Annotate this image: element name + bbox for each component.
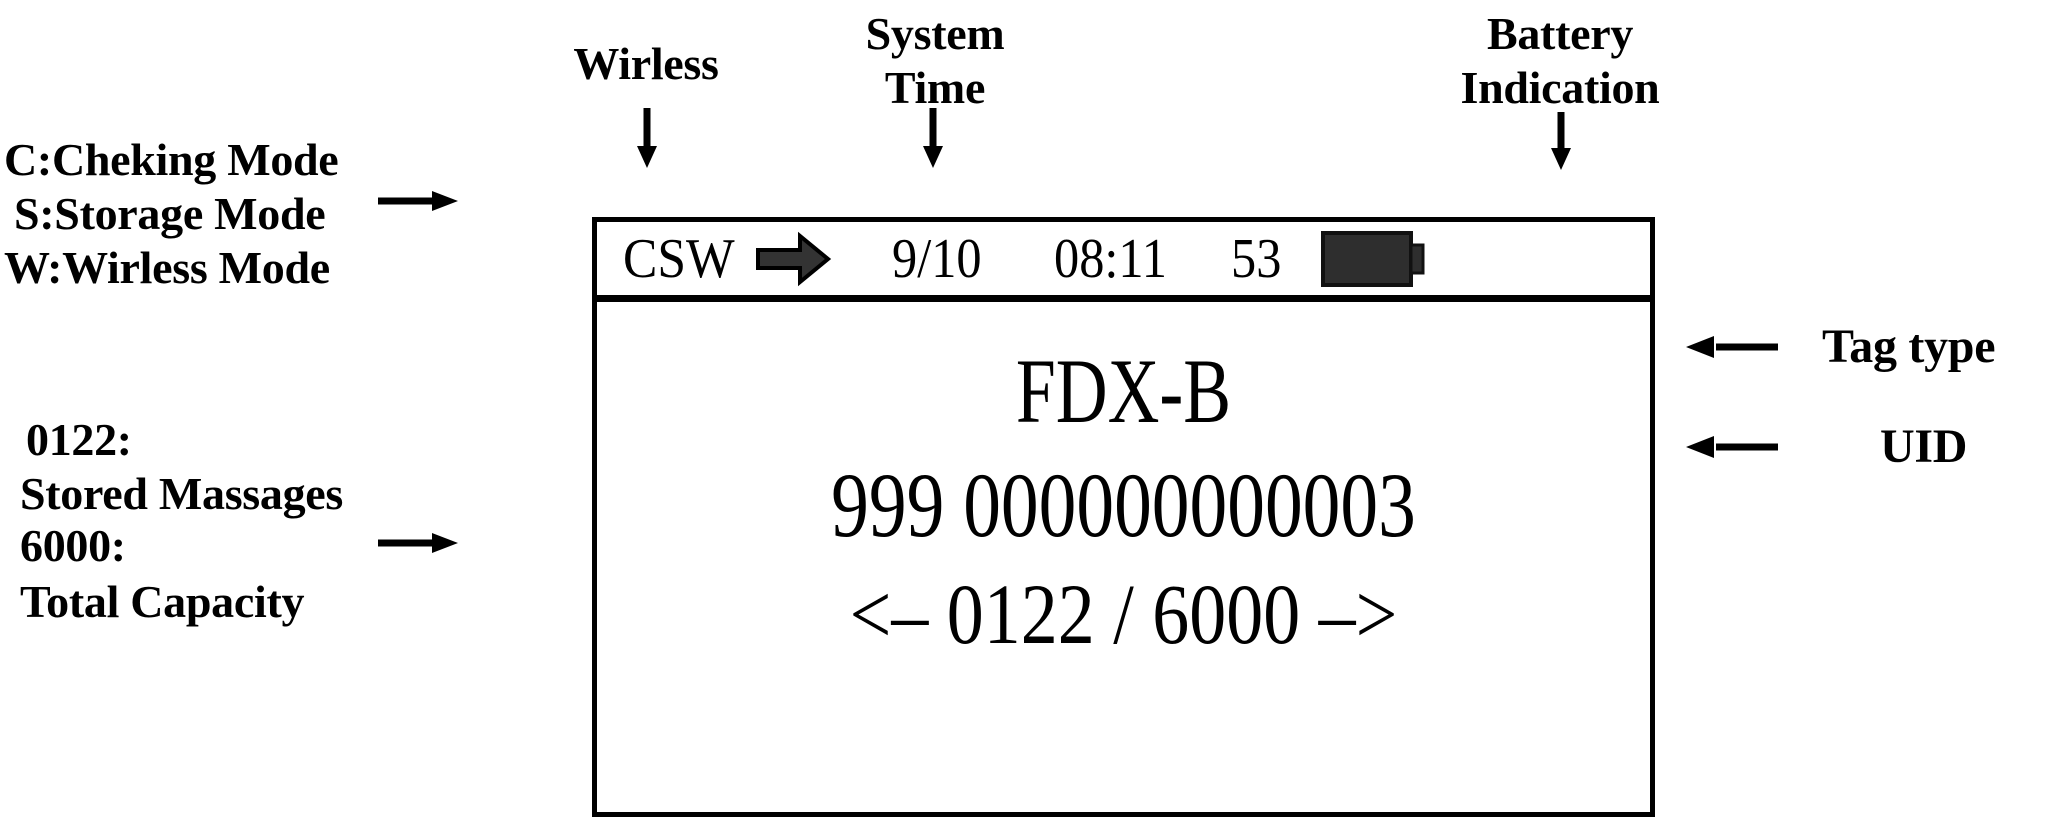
solid-right-arrow-icon [756, 231, 832, 286]
annotation-mode-legend-line3: W:Wirless Mode [4, 242, 330, 293]
annotation-battery-label-line1: Battery [1486, 8, 1634, 59]
status-date: 9/10 [892, 227, 982, 290]
down-arrow-icon-system-time [923, 108, 943, 168]
annotation-total-capacity-line2: Total Capacity [20, 576, 305, 627]
battery-full-icon [1321, 229, 1425, 289]
annotation-mode-legend-line2: S:Storage Mode [14, 188, 326, 239]
annotation-system-time-label-line2: Time [884, 62, 986, 113]
status-mode-indicator: CSW [623, 227, 735, 290]
down-arrow-icon-wireless [637, 108, 657, 168]
lcd-tag-type-value: FDX-B [1015, 340, 1232, 442]
annotation-total-capacity-line1: 6000: [20, 520, 126, 571]
status-battery-percent: 53 [1231, 227, 1282, 290]
device-lcd-screen: CSW 9/10 08:11 53 FDX-B 999 000000000003… [592, 217, 1655, 817]
annotation-tag-type-label: Tag type [1822, 320, 1996, 373]
annotation-uid-label: UID [1880, 420, 1968, 473]
diagram-canvas: Wirless System Time Battery Indication C… [0, 0, 2050, 831]
annotation-stored-messages-line1: 0122: [26, 414, 132, 465]
lcd-record-page-indicator[interactable]: <– 0122 / 6000 –> [671, 564, 1577, 664]
lcd-status-bar: CSW 9/10 08:11 53 [597, 222, 1650, 302]
left-arrow-icon-uid [1686, 436, 1778, 458]
left-arrow-icon-tag-type [1686, 336, 1778, 358]
right-arrow-icon-mode-legend [378, 191, 458, 211]
lcd-content-area: FDX-B 999 000000000003 <– 0122 / 6000 –> [597, 302, 1650, 812]
annotation-wireless-label: Wirless [573, 38, 719, 89]
annotation-battery-label-line2: Indication [1460, 62, 1660, 113]
annotation-system-time-label-line1: System [865, 8, 1005, 59]
right-arrow-icon-total-capacity [378, 533, 458, 553]
lcd-uid-value: 999 000000000003 [831, 454, 1416, 556]
annotation-mode-legend-line1: C:Cheking Mode [4, 134, 339, 185]
down-arrow-icon-battery [1551, 112, 1571, 170]
status-time: 08:11 [1053, 227, 1167, 290]
annotation-stored-messages-line2: Stored Massages [20, 468, 344, 519]
